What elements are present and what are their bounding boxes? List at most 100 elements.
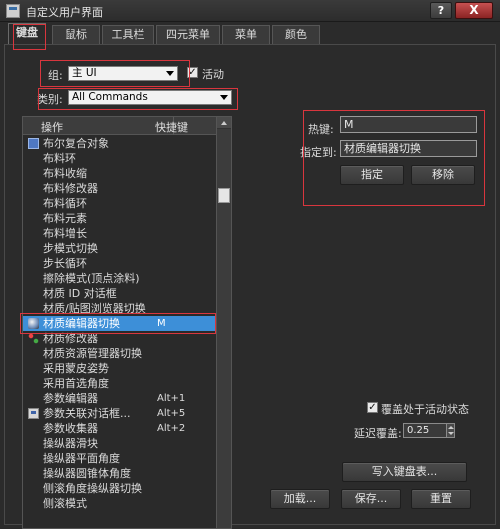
- list-item-action: 布料元素: [43, 212, 87, 225]
- group-dropdown[interactable]: 主 UI: [68, 66, 178, 81]
- list-item-action: 参数收集器: [43, 422, 98, 435]
- list-item-shortcut: Alt+1: [157, 393, 186, 404]
- list-item-action: 步模式切换: [43, 242, 98, 255]
- save-button[interactable]: 保存...: [341, 489, 401, 509]
- action-list[interactable]: 操作 快捷键 布尔复合对象 布料环布料收缩布料修改器布料循环布料元素布料增长步模式…: [22, 116, 232, 529]
- list-item-action: 操纵器平面角度: [43, 452, 120, 465]
- list-item-action: 采用蒙皮姿势: [43, 362, 109, 375]
- reset-button[interactable]: 重置: [411, 489, 471, 509]
- list-item[interactable]: 操纵器圆锥体角度: [23, 466, 216, 481]
- chevron-down-icon: [166, 71, 174, 76]
- list-item[interactable]: 采用首选角度: [23, 376, 216, 391]
- list-item[interactable]: 步模式切换: [23, 241, 216, 256]
- list-item[interactable]: 操纵器平面角度: [23, 451, 216, 466]
- column-header-shortcut[interactable]: 快捷键: [155, 119, 188, 135]
- list-item[interactable]: 步长循环: [23, 256, 216, 271]
- list-item[interactable]: 布料环: [23, 151, 216, 166]
- list-item-action: 擦除模式(顶点涂料): [43, 272, 140, 285]
- remove-button[interactable]: 移除: [411, 165, 475, 185]
- active-label: 活动: [202, 68, 224, 81]
- list-scrollbar[interactable]: [216, 117, 231, 528]
- window-title: 自定义用户界面: [26, 6, 103, 19]
- list-item[interactable]: 布料修改器: [23, 181, 216, 196]
- boolean-object-icon: [28, 138, 39, 149]
- list-item[interactable]: 侧滚角度操纵器切换: [23, 481, 216, 496]
- dialog-icon: [28, 408, 39, 419]
- load-button[interactable]: 加载...: [270, 489, 330, 509]
- list-item-shortcut: Alt+2: [157, 423, 186, 434]
- category-label: 类别:: [37, 93, 63, 106]
- tab-toolbars[interactable]: 工具栏: [102, 25, 154, 44]
- list-item-action: 布料收缩: [43, 167, 87, 180]
- material-modifier-icon: [28, 333, 39, 344]
- group-label: 组:: [48, 69, 63, 82]
- list-item[interactable]: 操纵器滑块: [23, 436, 216, 451]
- assigned-to-label: 指定到:: [300, 146, 337, 159]
- list-item-action: 参数编辑器: [43, 392, 98, 405]
- list-item-action: 布料循环: [43, 197, 87, 210]
- tab-colors[interactable]: 颜色: [272, 25, 320, 44]
- tab-mouse[interactable]: 鼠标: [52, 25, 100, 44]
- category-dropdown-value: All Commands: [72, 91, 148, 103]
- list-item[interactable]: 擦除模式(顶点涂料): [23, 271, 216, 286]
- spinner-arrows-icon[interactable]: [446, 423, 455, 438]
- hotkey-input[interactable]: M: [340, 116, 477, 133]
- help-button[interactable]: ?: [430, 2, 452, 19]
- close-button[interactable]: X: [455, 2, 493, 19]
- list-item[interactable]: 参数收集器 Alt+2: [23, 421, 216, 436]
- tab-menus[interactable]: 菜单: [222, 25, 270, 44]
- column-header-action[interactable]: 操作: [41, 119, 63, 135]
- list-item[interactable]: 侧滚模式: [23, 496, 216, 511]
- list-item[interactable]: 布料增长: [23, 226, 216, 241]
- list-item[interactable]: 材质资源管理器切换: [23, 346, 216, 361]
- app-icon: [6, 4, 20, 18]
- list-item-action: 操纵器圆锥体角度: [43, 467, 131, 480]
- list-item-action: 材质 ID 对话框: [43, 287, 117, 300]
- list-item-action: 材质资源管理器切换: [43, 347, 142, 360]
- list-item[interactable]: 材质/贴图浏览器切换: [23, 301, 216, 316]
- scroll-up-icon[interactable]: [217, 117, 231, 129]
- list-item[interactable]: 采用蒙皮姿势: [23, 361, 216, 376]
- list-item-action: 参数关联对话框...: [43, 407, 131, 420]
- group-dropdown-value: 主 UI: [72, 67, 97, 79]
- list-item[interactable]: 布料元素: [23, 211, 216, 226]
- chevron-down-icon: [220, 95, 228, 100]
- list-item[interactable]: 布尔复合对象: [23, 136, 216, 151]
- list-item[interactable]: 材质 ID 对话框: [23, 286, 216, 301]
- list-item-action: 布料环: [43, 152, 76, 165]
- list-item-action: 布料修改器: [43, 182, 98, 195]
- override-checkbox[interactable]: ✓: [367, 402, 378, 413]
- list-item-action: 侧滚模式: [43, 497, 87, 510]
- tab-quad-menus[interactable]: 四元菜单: [156, 25, 220, 44]
- list-item[interactable]: 参数编辑器 Alt+1: [23, 391, 216, 406]
- category-dropdown[interactable]: All Commands: [68, 90, 232, 105]
- list-item-action: 采用首选角度: [43, 377, 109, 390]
- list-item-action: 材质编辑器切换: [43, 317, 120, 330]
- tab-keyboard[interactable]: 键盘: [8, 23, 46, 45]
- list-item[interactable]: 材质修改器: [23, 331, 216, 346]
- material-editor-icon: [28, 318, 39, 329]
- list-item-shortcut: Alt+5: [157, 408, 186, 419]
- assign-button[interactable]: 指定: [340, 165, 404, 185]
- list-item-action: 步长循环: [43, 257, 87, 270]
- delay-label: 延迟覆盖:: [354, 427, 402, 440]
- list-item-action: 操纵器滑块: [43, 437, 98, 450]
- list-item-shortcut: M: [157, 318, 166, 329]
- list-item-action: 布尔复合对象: [43, 137, 109, 150]
- active-checkbox[interactable]: ✓: [187, 67, 198, 78]
- override-label: 覆盖处于活动状态: [381, 403, 469, 416]
- scroll-thumb[interactable]: [218, 188, 230, 203]
- list-item[interactable]: 参数关联对话框... Alt+5: [23, 406, 216, 421]
- assigned-to-field: 材质编辑器切换: [340, 140, 477, 157]
- hotkey-label: 热键:: [308, 123, 334, 136]
- title-bar: 自定义用户界面 ? X: [0, 0, 500, 22]
- list-header: 操作 快捷键: [23, 117, 216, 135]
- list-item[interactable]: 布料循环: [23, 196, 216, 211]
- list-item-selected[interactable]: 材质编辑器切换 M: [23, 316, 216, 331]
- list-item[interactable]: 布料收缩: [23, 166, 216, 181]
- list-item-action: 侧滚角度操纵器切换: [43, 482, 142, 495]
- list-item-action: 材质/贴图浏览器切换: [43, 302, 146, 315]
- list-item-action: 材质修改器: [43, 332, 98, 345]
- list-item-action: 布料增长: [43, 227, 87, 240]
- write-keyboard-chart-button[interactable]: 写入键盘表...: [342, 462, 467, 482]
